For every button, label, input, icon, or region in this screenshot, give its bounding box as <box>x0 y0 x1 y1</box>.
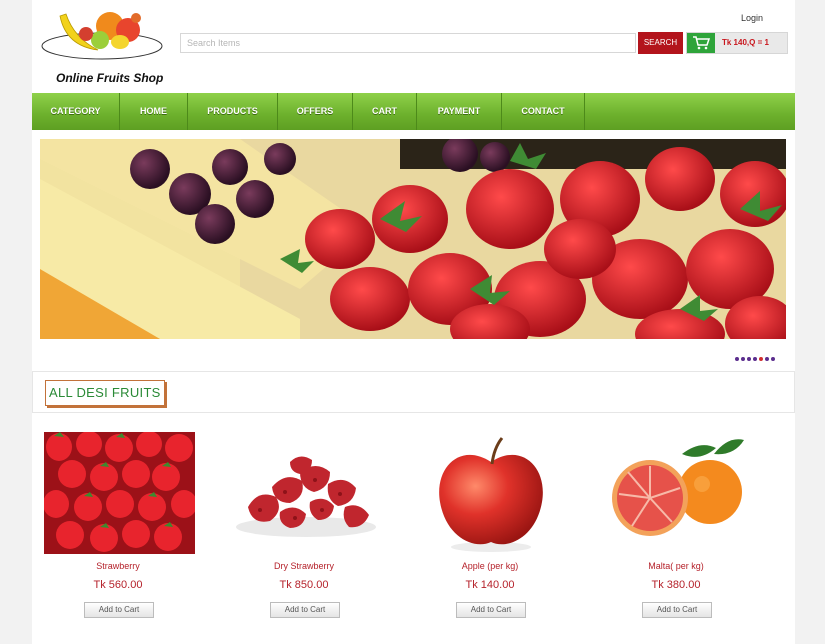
search-input[interactable] <box>180 33 636 53</box>
product-card: Malta( per kg) Tk 380.00 Add to Cart <box>598 432 754 632</box>
add-to-cart-button[interactable]: Add to Cart <box>84 602 154 618</box>
product-card: Strawberry Tk 560.00 Add to Cart <box>40 431 197 632</box>
product-price: Tk 140.00 <box>465 579 515 591</box>
apple-image[interactable] <box>416 432 567 554</box>
section-header: ALL DESI FRUITS <box>32 371 795 413</box>
cart-total-text: Tk 140,Q = 1 <box>722 38 769 47</box>
slider-dot[interactable] <box>735 357 739 361</box>
slider-dot[interactable] <box>771 357 775 361</box>
nav-category[interactable]: CATEGORY <box>32 93 120 130</box>
nav-contact[interactable]: CONTACT <box>502 93 585 130</box>
cart-summary[interactable]: Tk 140,Q = 1 <box>686 32 788 54</box>
login-link[interactable]: Login <box>741 13 763 23</box>
product-price: Tk 850.00 <box>279 579 329 591</box>
fruit-logo-icon <box>41 12 163 60</box>
nav-payment[interactable]: PAYMENT <box>417 93 502 130</box>
product-card: Dry Strawberry Tk 850.00 Add to Cart <box>226 432 382 632</box>
product-price: Tk 380.00 <box>651 579 701 591</box>
slider-dot-active[interactable] <box>759 357 763 361</box>
slider-dot[interactable] <box>741 357 745 361</box>
dry-strawberry-image[interactable] <box>230 432 381 554</box>
add-to-cart-button[interactable]: Add to Cart <box>642 602 712 618</box>
fruit-logo[interactable]: Online Fruits Shop <box>40 8 168 85</box>
slider-dots <box>735 348 777 361</box>
nav-home[interactable]: HOME <box>120 93 188 130</box>
malta-image[interactable] <box>602 432 753 554</box>
product-card: Apple (per kg) Tk 140.00 Add to Cart <box>412 432 568 632</box>
add-to-cart-button[interactable]: Add to Cart <box>270 602 340 618</box>
nav-cart[interactable]: CART <box>353 93 417 130</box>
hero-slider-image <box>40 139 786 339</box>
product-name[interactable]: Apple (per kg) <box>412 561 568 571</box>
product-price: Tk 560.00 <box>93 579 143 591</box>
page-container: Online Fruits Shop Login SEARCH Tk 140,Q… <box>32 0 795 644</box>
strawberry-image[interactable] <box>43 431 197 554</box>
search-button[interactable]: SEARCH <box>638 32 683 54</box>
logo-text: Online Fruits Shop <box>56 71 164 85</box>
nav-offers[interactable]: OFFERS <box>278 93 353 130</box>
product-name[interactable]: Strawberry <box>40 561 196 571</box>
slider-dot[interactable] <box>747 357 751 361</box>
product-name[interactable]: Malta( per kg) <box>598 561 754 571</box>
main-navigation: CATEGORY HOME PRODUCTS OFFERS CART PAYME… <box>32 93 795 130</box>
cart-icon <box>687 33 715 53</box>
slider-dot[interactable] <box>753 357 757 361</box>
slider-dot[interactable] <box>765 357 769 361</box>
add-to-cart-button[interactable]: Add to Cart <box>456 602 526 618</box>
nav-products[interactable]: PRODUCTS <box>188 93 278 130</box>
section-title: ALL DESI FRUITS <box>45 380 165 406</box>
product-name[interactable]: Dry Strawberry <box>226 561 382 571</box>
